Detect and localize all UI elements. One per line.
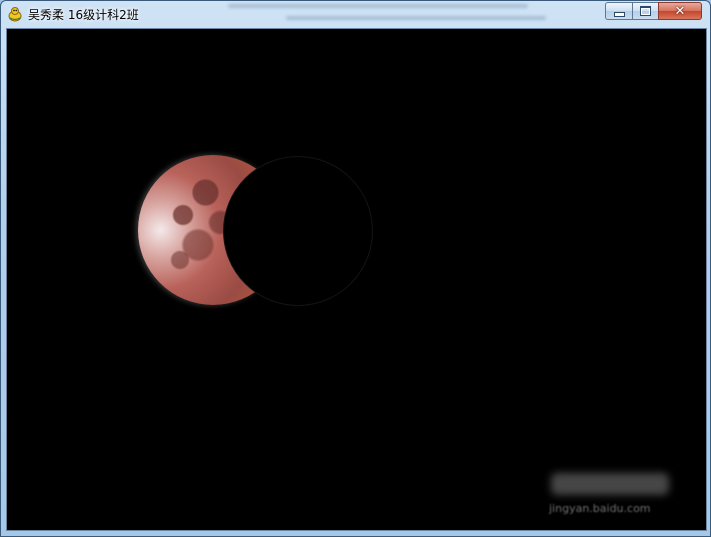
watermark-text: jingyan.baidu.com xyxy=(549,502,651,515)
maximize-icon xyxy=(640,6,651,16)
minimize-icon xyxy=(613,12,625,17)
app-window: 吴秀柔 16级计科2班 ✕ jingyan.baidu.com xyxy=(0,0,711,537)
close-button[interactable]: ✕ xyxy=(658,2,702,20)
shadow-circle xyxy=(223,156,373,306)
pygame-snake-icon[interactable] xyxy=(7,6,23,22)
background-window-blur xyxy=(226,1,606,28)
title-bar[interactable]: 吴秀柔 16级计科2班 ✕ xyxy=(1,1,710,28)
close-icon: ✕ xyxy=(674,3,686,19)
maximize-button[interactable] xyxy=(632,2,658,20)
watermark: jingyan.baidu.com xyxy=(545,461,675,523)
minimize-button[interactable] xyxy=(605,2,632,20)
watermark-logo xyxy=(551,473,669,495)
window-title: 吴秀柔 16级计科2班 xyxy=(28,8,139,22)
game-canvas[interactable]: jingyan.baidu.com xyxy=(6,28,707,531)
